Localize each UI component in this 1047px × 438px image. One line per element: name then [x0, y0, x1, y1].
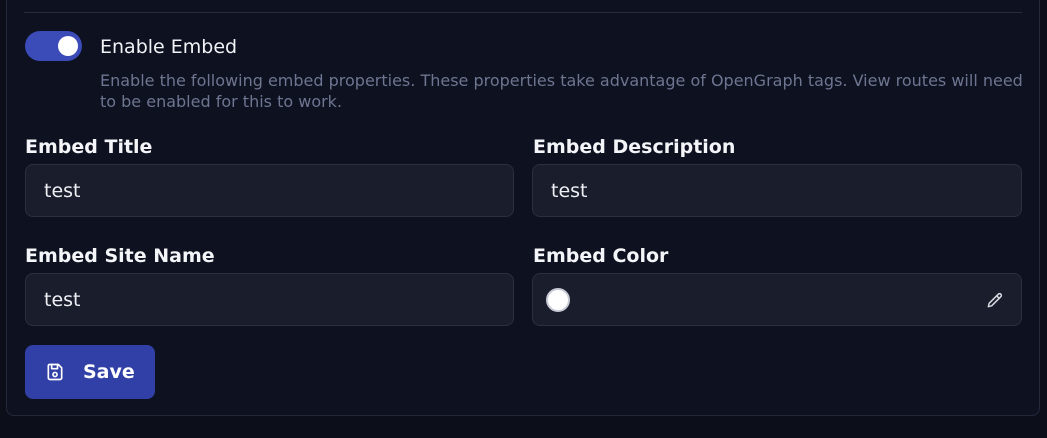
color-swatch[interactable]	[546, 288, 570, 312]
eyedropper-icon[interactable]	[985, 290, 1005, 310]
embed-site-name-label: Embed Site Name	[25, 245, 215, 267]
toggle-knob	[58, 36, 78, 56]
save-label: Save	[83, 361, 135, 383]
embed-title-input[interactable]: test	[25, 164, 514, 217]
embed-site-name-value: test	[44, 288, 81, 311]
embed-description-label: Embed Description	[533, 136, 736, 158]
enable-embed-label: Enable Embed	[100, 36, 238, 58]
section-divider	[24, 12, 1022, 13]
floppy-disk-icon	[47, 363, 63, 381]
embed-color-input[interactable]	[532, 273, 1022, 326]
embed-title-value: test	[44, 179, 81, 202]
embed-color-label: Embed Color	[533, 245, 669, 267]
enable-embed-description: Enable the following embed properties. T…	[100, 71, 1023, 111]
embed-title-label: Embed Title	[25, 136, 153, 158]
embed-site-name-input[interactable]: test	[25, 273, 514, 326]
embed-description-input[interactable]: test	[532, 164, 1022, 217]
save-button[interactable]: Save	[25, 345, 155, 399]
enable-embed-toggle[interactable]	[25, 31, 82, 61]
embed-description-value: test	[551, 179, 588, 202]
